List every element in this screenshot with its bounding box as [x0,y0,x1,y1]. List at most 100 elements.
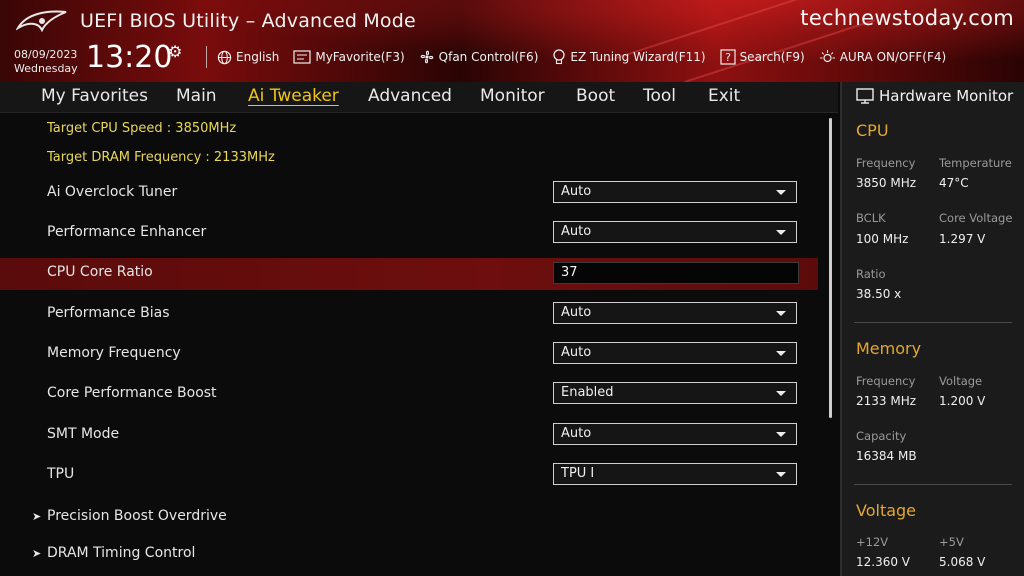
setting-row-smt-mode[interactable]: SMT Mode Auto [0,420,818,452]
setting-row-performance-enhancer[interactable]: Performance Enhancer Auto [0,218,818,250]
svg-text:?: ? [725,51,731,64]
date-display: 08/09/2023 Wednesday [14,48,78,76]
ez-tuning-button[interactable]: EZ Tuning Wizard(F11) [552,49,706,65]
bclk-label: BCLK [856,211,886,225]
smt-mode-select[interactable]: Auto [553,423,797,445]
submenu-label: Precision Boost Overdrive [47,508,227,524]
language-button[interactable]: English [217,50,279,65]
memory-frequency-label: Frequency [856,374,916,388]
toolbar-divider [206,46,207,68]
setting-row-core-performance-boost[interactable]: Core Performance Boost Enabled [0,379,818,411]
toolbar: English MyFavorite(F3) Qfan Control(F6) … [196,46,960,68]
select-value: Auto [561,184,592,199]
performance-bias-select[interactable]: Auto [553,302,797,324]
hardware-monitor-title: Hardware Monitor [856,87,1013,105]
tab-my-favorites[interactable]: My Favorites [41,86,148,106]
dropdown-arrow-icon [776,351,786,356]
section-divider [854,322,1012,323]
dropdown-arrow-icon [776,190,786,195]
cpu-frequency-label: Frequency [856,156,916,170]
language-label: English [236,50,280,64]
submenu-precision-boost-overdrive[interactable]: ➤ Precision Boost Overdrive [0,502,818,534]
main-menu-bar: My Favorites Main Ai Tweaker Advanced Mo… [0,82,838,113]
performance-enhancer-select[interactable]: Auto [553,221,797,243]
memory-frequency-select[interactable]: Auto [553,342,797,364]
lightbulb-icon [553,49,566,65]
help-search-icon: ? [719,49,736,65]
monitor-icon [856,88,874,104]
input-value: 37 [561,265,578,280]
select-value: Auto [561,345,592,360]
globe-icon [217,50,232,64]
rog-logo-icon [16,10,67,33]
v5-label: +5V [939,535,964,549]
setting-label: Performance Enhancer [47,224,207,240]
target-dram-frequency: Target DRAM Frequency : 2133MHz [47,150,275,165]
core-voltage-label: Core Voltage [939,211,1013,225]
search-label: Search(F9) [739,50,805,64]
setting-row-ai-overclock-tuner[interactable]: Ai Overclock Tuner Auto [0,178,818,210]
qfan-label: Qfan Control(F6) [438,50,539,64]
tab-advanced[interactable]: Advanced [368,86,452,106]
aura-button[interactable]: AURA ON/OFF(F4) [819,49,946,65]
submenu-label: DRAM Timing Control [47,545,196,561]
submenu-dram-timing-control[interactable]: ➤ DRAM Timing Control [0,539,818,571]
header-bar: UEFI BIOS Utility – Advanced Mode techne… [0,0,1024,82]
hardware-monitor-title-text: Hardware Monitor [879,87,1014,105]
gear-icon[interactable]: ⚙ [168,42,182,61]
bclk-value: 100 MHz [856,232,909,246]
settings-scrollbar[interactable] [829,118,832,418]
setting-label: TPU [47,466,75,482]
dropdown-arrow-icon [776,230,786,235]
v12-value: 12.360 V [856,555,911,569]
settings-panel: Target CPU Speed : 3850MHz Target DRAM F… [0,113,838,576]
ai-overclock-tuner-select[interactable]: Auto [553,181,797,203]
core-voltage-value: 1.297 V [939,232,986,246]
capacity-value: 16384 MB [856,449,917,463]
tab-main[interactable]: Main [176,86,217,106]
select-value: Auto [561,426,592,441]
cpu-core-ratio-input[interactable]: 37 [553,262,799,284]
weekday-text: Wednesday [14,62,78,75]
ratio-label: Ratio [856,267,886,281]
hardware-monitor-panel: Hardware Monitor CPU Frequency Temperatu… [840,82,1024,576]
date-text: 08/09/2023 [14,48,78,61]
chevron-right-icon: ➤ [32,547,42,560]
fan-icon [420,50,434,64]
setting-row-cpu-core-ratio[interactable]: CPU Core Ratio 37 [0,258,818,290]
tab-tool[interactable]: Tool [643,86,676,106]
setting-label: SMT Mode [47,426,120,442]
tpu-select[interactable]: TPU I [553,463,797,485]
dropdown-arrow-icon [776,311,786,316]
tab-boot[interactable]: Boot [576,86,615,106]
memory-frequency-value: 2133 MHz [856,394,917,408]
memory-voltage-value: 1.200 V [939,394,986,408]
ratio-value: 38.50 x [856,287,902,301]
select-value: Auto [561,305,592,320]
voltage-section-heading: Voltage [856,501,917,520]
setting-label: Memory Frequency [47,345,181,361]
setting-row-memory-frequency[interactable]: Memory Frequency Auto [0,339,818,371]
setting-row-tpu[interactable]: TPU TPU I [0,460,818,492]
qfan-button[interactable]: Qfan Control(F6) [419,49,539,65]
tab-ai-tweaker[interactable]: Ai Tweaker [248,86,339,106]
myfavorite-button[interactable]: MyFavorite(F3) [293,50,405,64]
section-divider [854,484,1012,485]
setting-label: CPU Core Ratio [47,264,153,280]
clock-time: 13:20 [86,40,173,75]
setting-row-performance-bias[interactable]: Performance Bias Auto [0,299,818,331]
v12-label: +12V [856,535,889,549]
select-value: Auto [561,224,592,239]
dropdown-arrow-icon [776,432,786,437]
memory-voltage-label: Voltage [939,374,983,388]
core-performance-boost-select[interactable]: Enabled [553,382,797,404]
target-cpu-speed: Target CPU Speed : 3850MHz [47,121,237,136]
tab-monitor[interactable]: Monitor [480,86,545,106]
cpu-section-heading: CPU [856,121,889,140]
ez-tuning-label: EZ Tuning Wizard(F11) [570,50,706,64]
tab-exit[interactable]: Exit [708,86,740,106]
dropdown-arrow-icon [776,472,786,477]
dropdown-arrow-icon [776,391,786,396]
search-button[interactable]: ? Search(F9) [719,49,805,65]
cpu-temperature-label: Temperature [939,156,1012,170]
